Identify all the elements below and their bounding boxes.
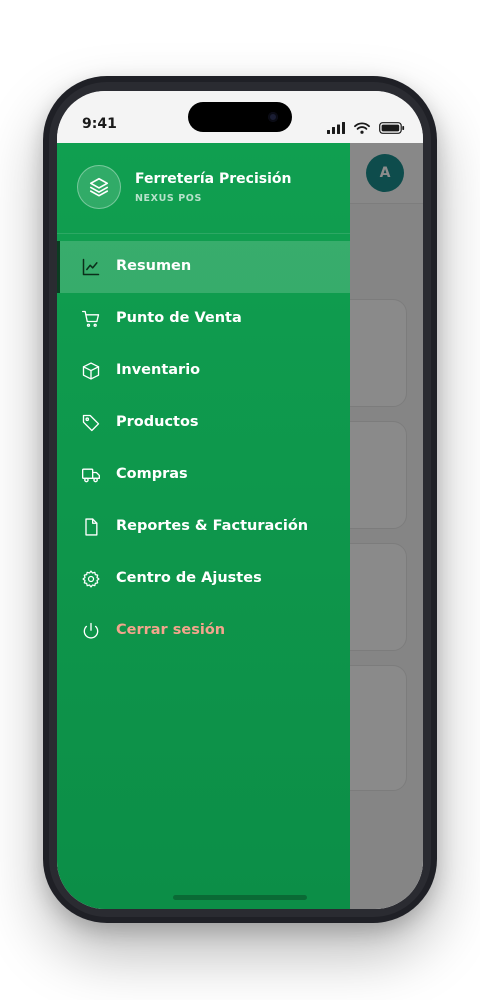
menu-item-label: Punto de Venta xyxy=(116,310,242,326)
brand-name: Ferretería Precisión xyxy=(135,171,292,187)
menu-item-label: Productos xyxy=(116,414,199,430)
camera-icon xyxy=(268,112,278,122)
status-bar: 9:41 xyxy=(57,91,423,143)
layers-icon xyxy=(77,165,121,209)
battery-icon xyxy=(379,122,405,134)
home-indicator xyxy=(173,895,307,900)
tag-icon xyxy=(82,414,100,432)
menu-item-compras[interactable]: Compras xyxy=(57,449,350,501)
menu-item-centro-de-ajustes[interactable]: Centro de Ajustes xyxy=(57,553,350,605)
navigation-drawer: Ferretería Precisión NEXUS POS Resumen P… xyxy=(57,143,350,909)
menu-item-productos[interactable]: Productos xyxy=(57,397,350,449)
menu-item-label: Compras xyxy=(116,466,188,482)
wifi-icon xyxy=(354,122,370,134)
menu-item-cerrar-sesion[interactable]: Cerrar sesión xyxy=(57,605,350,657)
menu-item-label: Inventario xyxy=(116,362,201,378)
chart-line-icon xyxy=(82,258,100,276)
box-icon xyxy=(82,362,100,380)
menu-item-label: Resumen xyxy=(116,258,192,274)
file-icon xyxy=(85,518,98,536)
menu-item-punto-de-venta[interactable]: Punto de Venta xyxy=(57,293,350,345)
menu-item-inventario[interactable]: Inventario xyxy=(57,345,350,397)
brand-subtitle: NEXUS POS xyxy=(135,193,202,204)
drawer-header: Ferretería Precisión NEXUS POS xyxy=(57,143,350,234)
truck-icon xyxy=(82,468,101,483)
menu-item-label: Centro de Ajustes xyxy=(116,570,262,586)
status-icons xyxy=(323,122,405,136)
menu-item-label: Cerrar sesión xyxy=(116,622,226,638)
cart-icon xyxy=(82,310,100,327)
dynamic-island xyxy=(188,102,292,132)
signal-icon xyxy=(326,122,345,134)
drawer-menu: Resumen Punto de Venta Inventario Produc… xyxy=(57,241,350,657)
power-icon xyxy=(83,622,99,639)
phone-screen: 9:41 A Ferretería Precisión NEXUS POS Re… xyxy=(57,91,423,909)
menu-item-resumen[interactable]: Resumen xyxy=(57,241,350,293)
menu-item-reportes[interactable]: Reportes & Facturación xyxy=(57,501,350,553)
gear-icon xyxy=(82,570,100,588)
status-time: 9:41 xyxy=(82,116,117,132)
menu-item-label: Reportes & Facturación xyxy=(116,518,309,534)
